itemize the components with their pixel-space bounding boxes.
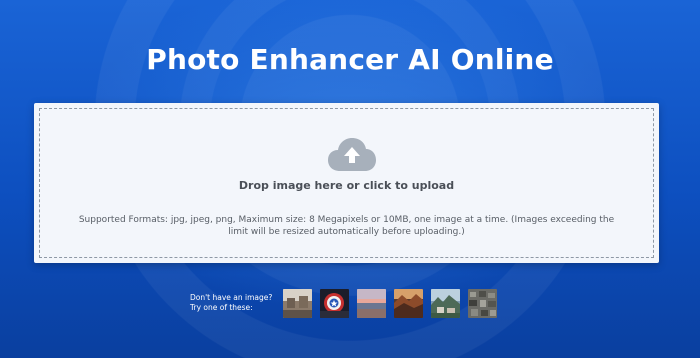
- page-title: Photo Enhancer AI Online: [146, 43, 554, 76]
- supported-formats-text: Supported Formats: jpg, jpeg, png, Maxim…: [78, 215, 615, 237]
- upload-dropzone[interactable]: Drop image here or click to upload Suppo…: [39, 108, 654, 258]
- sample-thumbnail[interactable]: [468, 288, 497, 318]
- samples-label-line2: Try one of these:: [190, 303, 253, 312]
- sample-images: Don't have an image? Try one of these:: [190, 288, 505, 318]
- samples-label-line1: Don't have an image?: [190, 293, 273, 302]
- sample-thumbnail[interactable]: [357, 288, 386, 318]
- sample-thumbnail[interactable]: [320, 288, 349, 318]
- sample-thumbnail[interactable]: [394, 288, 423, 318]
- cloud-upload-icon: [328, 138, 376, 171]
- sample-thumbnail[interactable]: [431, 288, 460, 318]
- upload-card: Drop image here or click to upload Suppo…: [34, 103, 659, 263]
- drop-label: Drop image here or click to upload: [238, 179, 455, 192]
- samples-label: Don't have an image? Try one of these:: [190, 293, 280, 313]
- sample-thumbnail[interactable]: [283, 288, 312, 318]
